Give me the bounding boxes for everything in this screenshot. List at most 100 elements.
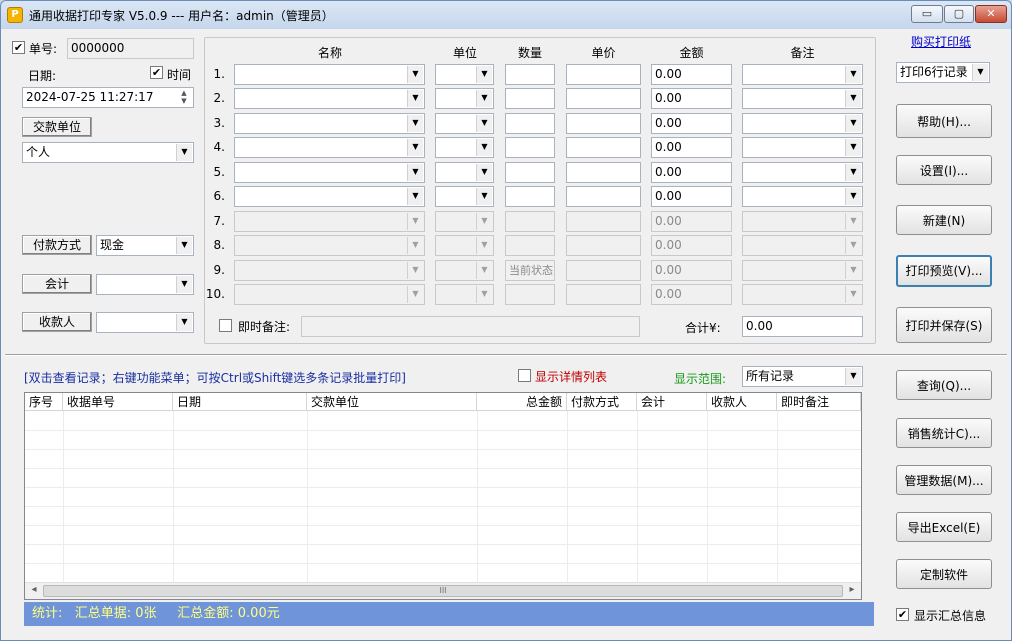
item-unit-select[interactable]: ▼ <box>435 64 494 85</box>
item-qty-field[interactable] <box>505 64 555 85</box>
column-header[interactable]: 会计 <box>637 393 707 411</box>
item-remark-select[interactable]: ▼ <box>742 88 863 109</box>
memo-field[interactable] <box>301 316 640 337</box>
item-name-select[interactable]: ▼ <box>234 162 425 183</box>
item-remark-select[interactable]: ▼ <box>742 137 863 158</box>
payment-method-button[interactable]: 付款方式 <box>22 235 92 255</box>
scroll-right-icon[interactable]: ▸ <box>845 584 859 595</box>
item-qty-field[interactable] <box>505 137 555 158</box>
sales-stats-button[interactable]: 销售统计C)... <box>896 418 992 448</box>
scroll-grip: III <box>439 586 447 595</box>
accountant-button[interactable]: 会计 <box>22 274 92 294</box>
chevron-down-icon: ▼ <box>972 64 988 81</box>
column-header[interactable]: 付款方式 <box>567 393 637 411</box>
item-unit-select[interactable]: ▼ <box>435 186 494 207</box>
manage-data-button[interactable]: 管理数据(M)... <box>896 465 992 495</box>
range-label: 显示范围: <box>674 372 727 386</box>
item-name-select[interactable]: ▼ <box>234 137 425 158</box>
item-price-field[interactable] <box>566 186 641 207</box>
chevron-down-icon: ▼ <box>845 368 861 385</box>
accountant-select[interactable]: ▼ <box>96 274 194 295</box>
buy-paper-link[interactable]: 购买打印纸 <box>911 33 971 50</box>
item-unit-select[interactable]: ▼ <box>435 88 494 109</box>
help-button[interactable]: 帮助(H)... <box>896 104 992 138</box>
datetime-spinner[interactable]: ▲ ▼ <box>176 89 192 106</box>
print-save-button[interactable]: 打印并保存(S) <box>896 307 992 343</box>
item-qty-field[interactable] <box>505 186 555 207</box>
new-button[interactable]: 新建(N) <box>896 205 992 235</box>
customize-button[interactable]: 定制软件 <box>896 559 992 589</box>
chevron-down-icon: ▼ <box>176 314 192 331</box>
records-table[interactable]: 序号 收据单号 日期 交款单位 总金额 付款方式 会计 收款人 即时备注 ◂ III ▸ <box>24 392 862 600</box>
range-value: 所有记录 <box>746 369 795 383</box>
chevron-down-icon: ▼ <box>476 237 492 254</box>
receipt-no-checkbox[interactable]: ✔ <box>12 41 25 54</box>
item-price-field[interactable] <box>566 162 641 183</box>
receipt-no-field[interactable]: 0000000 <box>67 38 194 59</box>
settings-button[interactable]: 设置(I)... <box>896 155 992 185</box>
column-header[interactable]: 总金额 <box>477 393 567 411</box>
item-unit-select[interactable]: ▼ <box>435 113 494 134</box>
item-unit-select[interactable]: ▼ <box>435 162 494 183</box>
item-price-field[interactable] <box>566 113 641 134</box>
item-name-select[interactable]: ▼ <box>234 113 425 134</box>
column-header[interactable]: 日期 <box>173 393 307 411</box>
item-name-select[interactable]: ▼ <box>234 186 425 207</box>
query-button[interactable]: 查询(Q)... <box>896 370 992 400</box>
item-name-select[interactable]: ▼ <box>234 88 425 109</box>
show-summary-label: 显示汇总信息 <box>914 609 987 623</box>
minimize-button[interactable]: ▭ <box>911 5 943 23</box>
column-header[interactable]: 收据单号 <box>63 393 173 411</box>
item-amount-field[interactable]: 0.00 <box>651 64 732 85</box>
horizontal-scrollbar[interactable]: ◂ III ▸ <box>25 582 861 599</box>
payment-method-select[interactable]: 现金 ▼ <box>96 235 194 256</box>
item-price-field[interactable] <box>566 64 641 85</box>
item-qty-field <box>505 235 555 256</box>
column-header[interactable]: 即时备注 <box>777 393 861 411</box>
item-amount-field[interactable]: 0.00 <box>651 88 732 109</box>
item-name-select[interactable]: ▼ <box>234 64 425 85</box>
print-preview-button[interactable]: 打印预览(V)... <box>896 255 992 287</box>
item-remark-select[interactable]: ▼ <box>742 64 863 85</box>
chevron-down-icon: ▼ <box>845 66 861 83</box>
detail-list-checkbox[interactable] <box>518 369 531 382</box>
range-select[interactable]: 所有记录 ▼ <box>742 366 863 387</box>
show-summary-checkbox[interactable]: ✔ <box>896 608 909 621</box>
column-header[interactable]: 收款人 <box>707 393 777 411</box>
column-header[interactable]: 交款单位 <box>307 393 477 411</box>
item-amount-field[interactable]: 0.00 <box>651 113 732 134</box>
payer-select[interactable]: 个人 ▼ <box>22 142 194 163</box>
row-number: 5. <box>213 165 225 179</box>
grid-row-line <box>25 563 861 564</box>
item-remark-select[interactable]: ▼ <box>742 162 863 183</box>
item-amount-field[interactable]: 0.00 <box>651 162 732 183</box>
payer-button[interactable]: 交款单位 <box>22 117 92 137</box>
export-excel-button[interactable]: 导出Excel(E) <box>896 512 992 542</box>
memo-checkbox[interactable] <box>219 319 232 332</box>
scroll-thumb[interactable]: III <box>43 585 843 597</box>
app-icon: P <box>7 7 23 23</box>
item-unit-select[interactable]: ▼ <box>435 137 494 158</box>
item-amount-field[interactable]: 0.00 <box>651 186 732 207</box>
item-price-field[interactable] <box>566 88 641 109</box>
print-rows-select[interactable]: 打印6行记录 ▼ <box>896 62 990 83</box>
receiver-select[interactable]: ▼ <box>96 312 194 333</box>
item-unit-select: ▼ <box>435 211 494 232</box>
close-button[interactable]: ✕ <box>975 5 1007 23</box>
column-header[interactable]: 序号 <box>25 393 63 411</box>
item-amount-field[interactable]: 0.00 <box>651 137 732 158</box>
item-qty-field[interactable] <box>505 162 555 183</box>
maximize-button[interactable]: ▢ <box>944 5 974 23</box>
item-remark-select[interactable]: ▼ <box>742 186 863 207</box>
header-price: 单价 <box>591 46 616 60</box>
item-remark-select[interactable]: ▼ <box>742 113 863 134</box>
chevron-down-icon: ▼ <box>845 90 861 107</box>
item-price-field <box>566 211 641 232</box>
receiver-button[interactable]: 收款人 <box>22 312 92 332</box>
item-price-field[interactable] <box>566 137 641 158</box>
time-checkbox[interactable]: ✔ <box>150 66 163 79</box>
datetime-field[interactable]: 2024-07-25 11:27:17 <box>22 87 194 108</box>
scroll-left-icon[interactable]: ◂ <box>27 584 41 595</box>
item-qty-field[interactable] <box>505 113 555 134</box>
item-qty-field[interactable] <box>505 88 555 109</box>
